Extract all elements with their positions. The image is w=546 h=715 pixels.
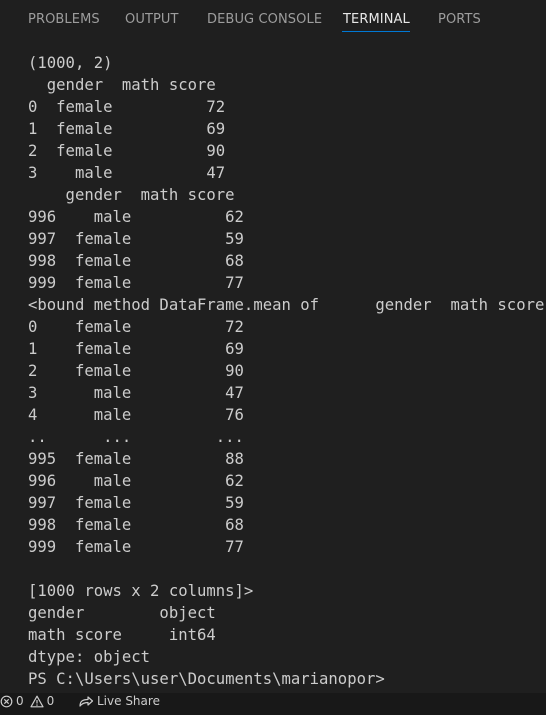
terminal-line: 995 female 88 — [28, 450, 244, 468]
terminal-prompt: PS C:\Users\user\Documents\marianopor> — [28, 670, 385, 688]
status-bar: 0 0 Live Share — [0, 693, 546, 715]
terminal-line: 999 female 77 — [28, 274, 244, 292]
terminal-line: [1000 rows x 2 columns]> — [28, 582, 254, 600]
terminal-line: 999 female 77 — [28, 538, 244, 556]
terminal-line: 2 female 90 — [28, 362, 244, 380]
terminal-line: 996 male 62 — [28, 208, 244, 226]
terminal-line: gender object — [28, 604, 216, 622]
terminal-line: gender math score — [28, 186, 235, 204]
terminal-line: math score int64 — [28, 626, 216, 644]
terminal-line: 1 female 69 — [28, 340, 244, 358]
tab-output[interactable]: OUTPUT — [125, 12, 179, 27]
terminal-line: 998 female 68 — [28, 252, 244, 270]
terminal-line: gender math score — [28, 76, 216, 94]
terminal-line: 3 male 47 — [28, 164, 226, 182]
terminal-line: 1 female 69 — [28, 120, 226, 138]
terminal-line: 4 male 76 — [28, 406, 244, 424]
tab-problems[interactable]: PROBLEMS — [28, 12, 100, 27]
terminal-line: (1000, 2) — [28, 54, 113, 72]
terminal-line: 0 female 72 — [28, 318, 244, 336]
terminal-line: 996 male 62 — [28, 472, 244, 490]
tab-ports[interactable]: PORTS — [438, 12, 481, 27]
terminal-line: dtype: object — [28, 648, 151, 666]
terminal-line: 997 female 59 — [28, 494, 244, 512]
terminal-line: 2 female 90 — [28, 142, 226, 160]
terminal-line: .. ... ... — [28, 428, 244, 446]
terminal-line: 0 female 72 — [28, 98, 226, 116]
panel-tab-bar: PROBLEMS OUTPUT DEBUG CONSOLE TERMINAL P… — [0, 0, 546, 40]
terminal-line: 3 male 47 — [28, 384, 244, 402]
active-tab-indicator — [342, 31, 410, 32]
terminal-output[interactable]: (1000, 2) gender math score 0 female 72 … — [28, 52, 546, 690]
terminal-line: <bound method DataFrame.mean of gender m… — [28, 296, 545, 314]
terminal-line: 997 female 59 — [28, 230, 244, 248]
terminal-line: 998 female 68 — [28, 516, 244, 534]
tab-terminal[interactable]: TERMINAL — [343, 12, 410, 27]
tab-debug-console[interactable]: DEBUG CONSOLE — [207, 12, 322, 27]
